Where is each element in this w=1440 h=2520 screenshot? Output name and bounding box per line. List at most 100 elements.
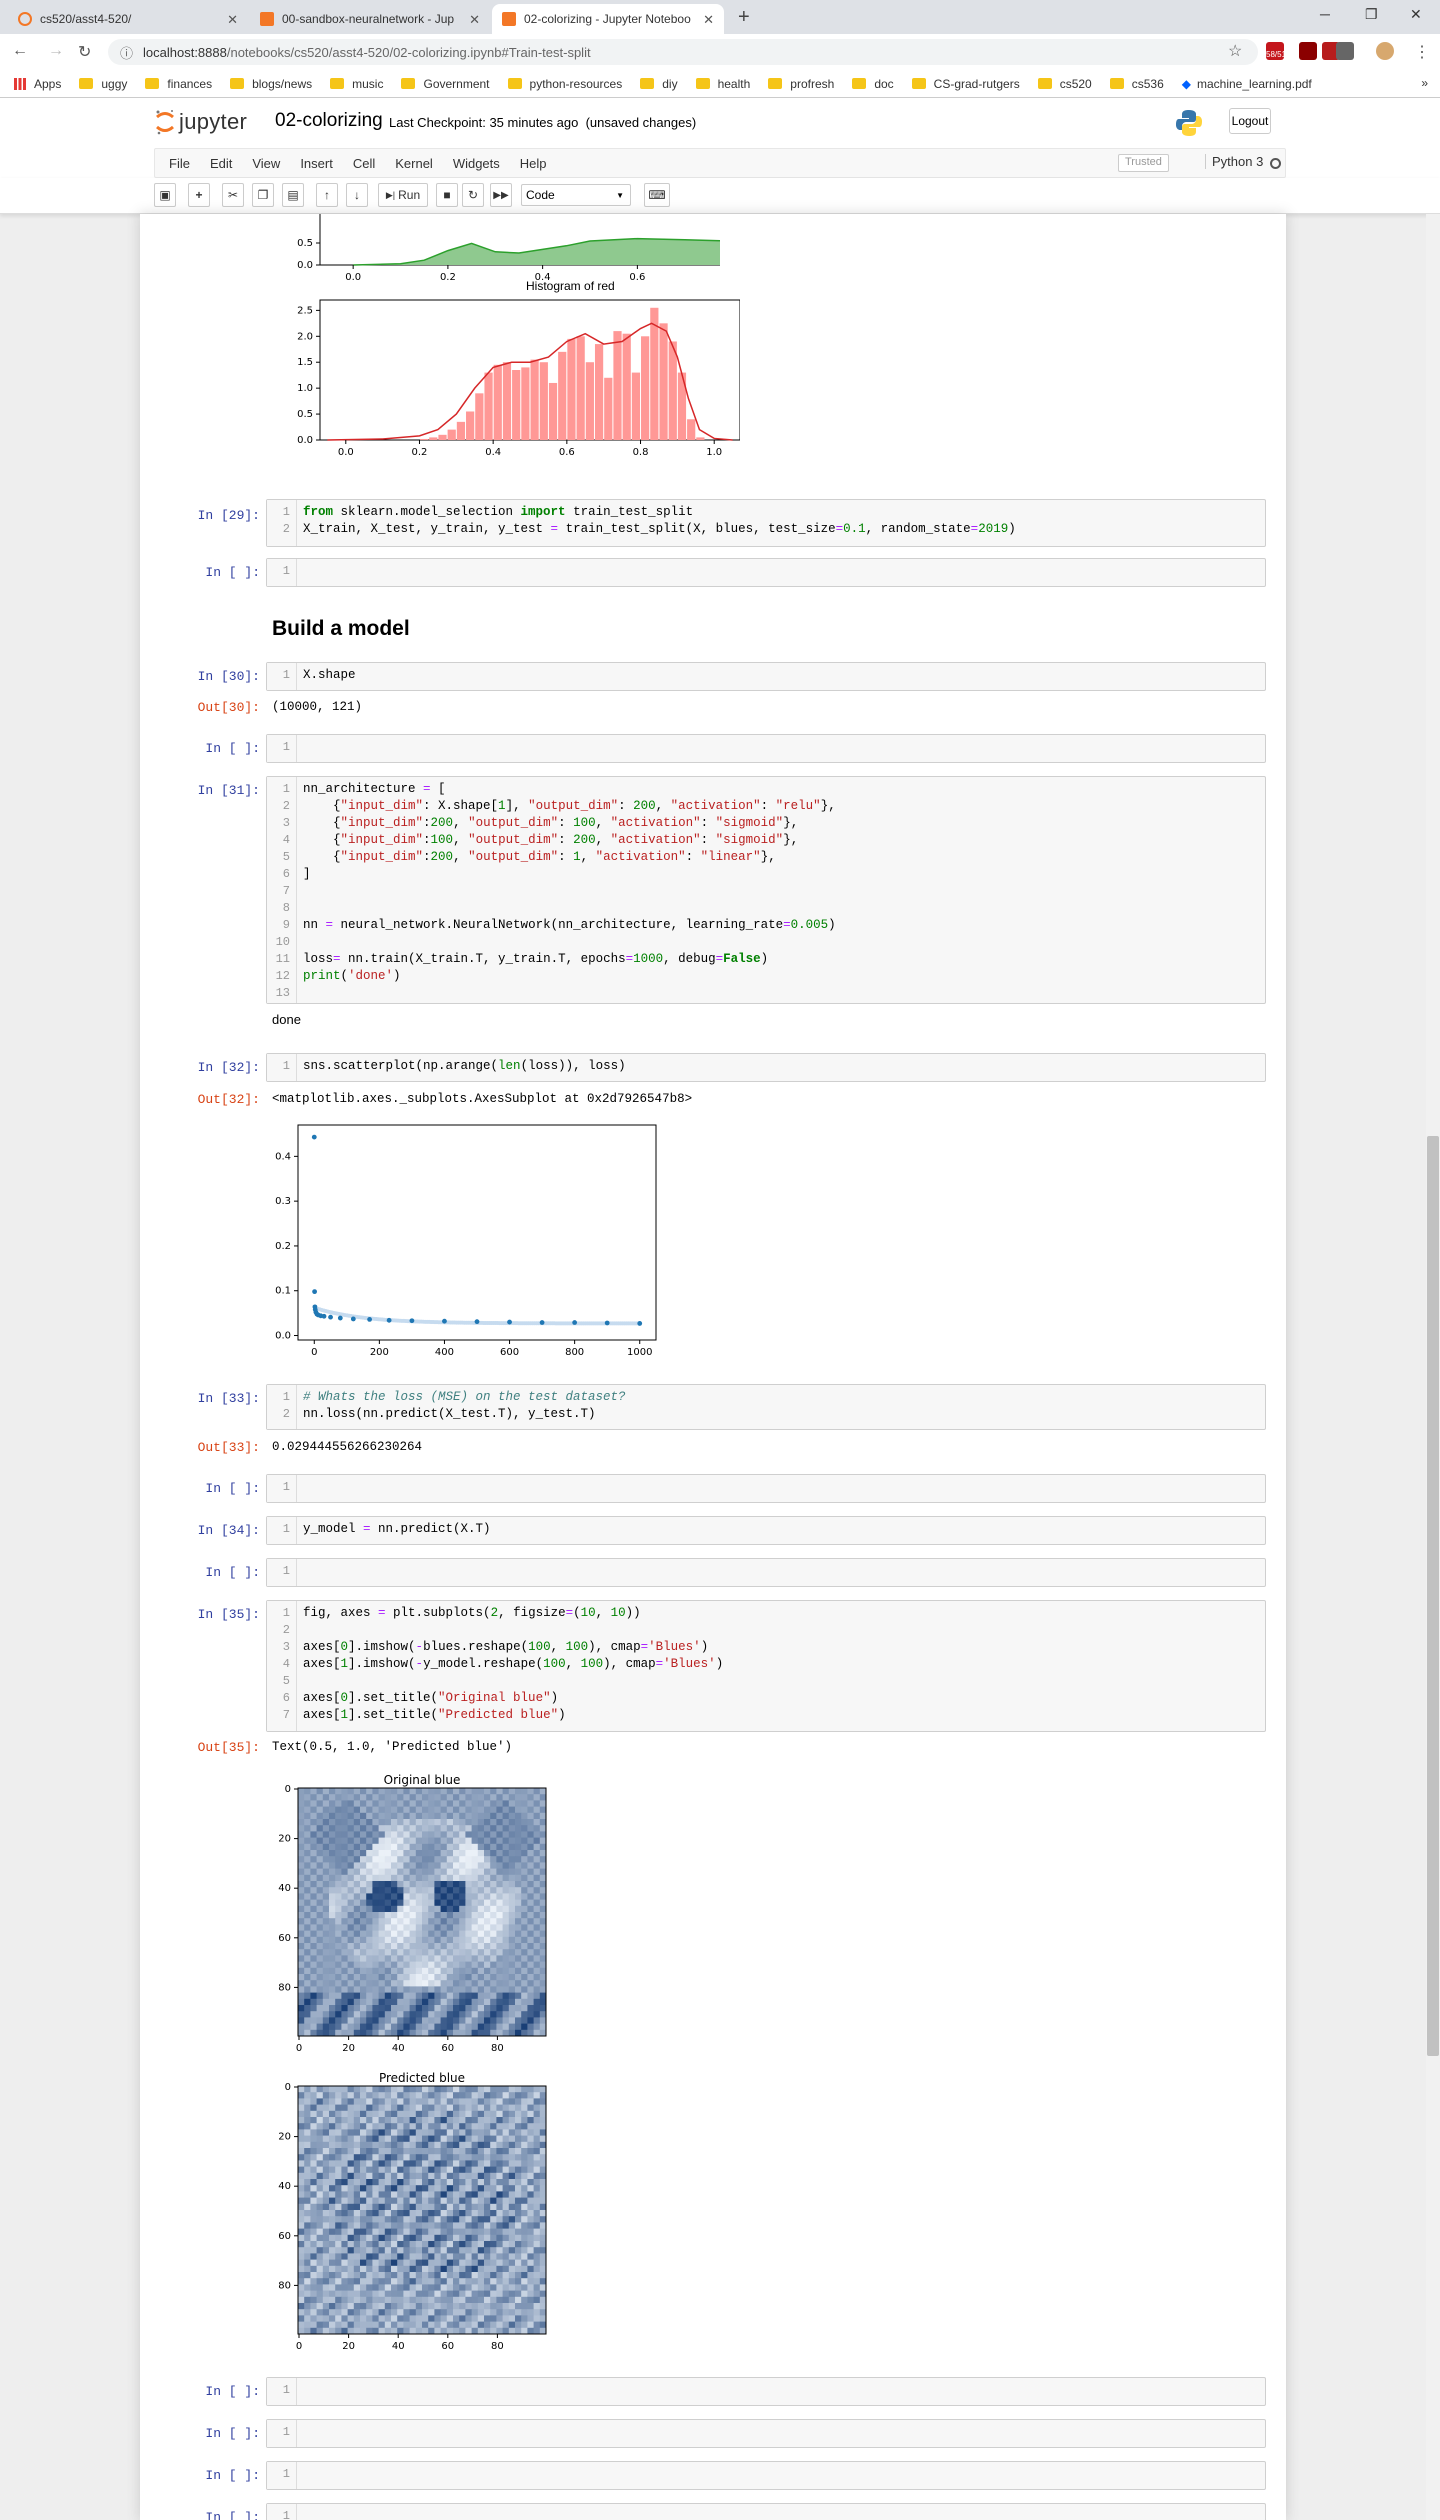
bookmark-folder[interactable]: cs520 xyxy=(1037,77,1092,91)
bookmark-folder[interactable]: cs536 xyxy=(1109,77,1164,91)
image-pixel xyxy=(459,2104,466,2112)
code-editor[interactable]: 1 xyxy=(266,734,1266,763)
bookmark-pdf[interactable]: ◆ machine_learning.pdf xyxy=(1182,77,1312,91)
image-pixel xyxy=(409,2086,417,2093)
kernel-name[interactable]: Python 3 xyxy=(1205,154,1263,169)
restart-button[interactable]: ↻ xyxy=(462,183,484,207)
logout-button[interactable]: Logout xyxy=(1229,108,1271,134)
browser-tab[interactable]: 00-sandbox-neuralnetwork - Jup ✕ xyxy=(250,4,490,34)
bookmark-folder[interactable]: diy xyxy=(640,77,678,91)
image-pixel xyxy=(366,2191,373,2199)
paste-button[interactable]: ▤ xyxy=(282,183,304,207)
menu-edit[interactable]: Edit xyxy=(200,156,242,171)
command-palette-button[interactable]: ⌨ xyxy=(644,183,670,207)
new-tab-icon[interactable]: + xyxy=(738,6,750,29)
restart-run-all-button[interactable]: ▶▶ xyxy=(490,183,512,207)
close-window-icon[interactable]: ✕ xyxy=(1410,6,1422,23)
more-bookmarks-icon[interactable]: » xyxy=(1421,76,1428,90)
image-pixel xyxy=(397,1825,404,1832)
bookmark-apps[interactable]: Apps xyxy=(14,77,61,91)
code-editor[interactable]: 1 xyxy=(266,1558,1266,1587)
save-button[interactable]: ▣ xyxy=(154,183,176,207)
move-up-button[interactable]: ↑ xyxy=(316,183,338,207)
image-pixel xyxy=(508,1837,516,1845)
menu-help[interactable]: Help xyxy=(510,156,557,171)
image-pixel xyxy=(316,2278,324,2285)
image-pixel xyxy=(465,1850,473,1857)
image-pixel xyxy=(397,2154,404,2161)
profile-avatar-icon[interactable] xyxy=(1376,42,1394,60)
interrupt-button[interactable]: ■ xyxy=(436,183,458,207)
code-editor[interactable]: 1234567 fig, axes = plt.subplots(2, figs… xyxy=(266,1600,1266,1732)
bookmark-folder[interactable]: profresh xyxy=(768,77,834,91)
bookmark-folder[interactable]: doc xyxy=(852,77,894,91)
menu-view[interactable]: View xyxy=(242,156,290,171)
mail-extension-icon[interactable]: 58/51 xyxy=(1266,42,1284,60)
bookmark-folder[interactable]: blogs/news xyxy=(230,77,312,91)
image-pixel xyxy=(366,2309,373,2316)
code-editor[interactable]: 12 from sklearn.model_selection import t… xyxy=(266,499,1266,547)
restore-icon[interactable]: ❐ xyxy=(1365,6,1378,23)
bookmark-folder[interactable]: health xyxy=(695,77,750,91)
bookmark-folder[interactable]: python-resources xyxy=(507,77,622,91)
close-tab-icon[interactable]: ✕ xyxy=(703,12,714,28)
copy-button[interactable]: ❐ xyxy=(252,183,274,207)
image-pixel xyxy=(403,2253,411,2261)
insert-cell-button[interactable]: + xyxy=(188,183,210,207)
image-pixel xyxy=(508,1788,516,1795)
trusted-indicator[interactable]: Trusted xyxy=(1118,154,1169,172)
forward-icon[interactable]: → xyxy=(48,42,64,60)
bookmark-folder[interactable]: music xyxy=(330,77,383,91)
browser-tab-active[interactable]: 02-colorizing - Jupyter Noteboo ✕ xyxy=(492,4,724,34)
bookmark-folder[interactable]: uggy xyxy=(79,77,127,91)
image-pixel xyxy=(490,2172,497,2180)
image-pixel xyxy=(446,1874,454,1882)
code-editor[interactable]: 1 xyxy=(266,2419,1266,2448)
jupyter-logo[interactable]: jupyter xyxy=(155,108,247,136)
url-bar[interactable]: ⓘ localhost:8888/notebooks/cs520/asst4-5… xyxy=(108,39,1258,65)
image-pixel xyxy=(521,1974,528,1981)
run-button[interactable]: ▶| Run xyxy=(378,183,428,207)
bookmark-star-icon[interactable]: ☆ xyxy=(1228,41,1242,61)
code-editor[interactable]: 1 xyxy=(266,2461,1266,2490)
cut-button[interactable]: ✂ xyxy=(222,183,244,207)
browser-menu-icon[interactable]: ⋮ xyxy=(1414,42,1430,62)
shield-extension-icon[interactable] xyxy=(1299,42,1317,60)
restart-icon: ↻ xyxy=(467,188,479,202)
menu-cell[interactable]: Cell xyxy=(343,156,385,171)
code-editor[interactable]: 1 xyxy=(266,558,1266,587)
code-editor[interactable]: 1 xyxy=(266,2503,1266,2520)
menu-kernel[interactable]: Kernel xyxy=(385,156,443,171)
close-tab-icon[interactable]: ✕ xyxy=(469,12,480,28)
menu-widgets[interactable]: Widgets xyxy=(443,156,510,171)
code-editor[interactable]: 1 X.shape xyxy=(266,662,1266,691)
grey-extension-icon[interactable] xyxy=(1336,42,1354,60)
code-editor[interactable]: 1 2 3 4 5 6 7 8 9 10 11 12 13 nn_architecture = [ {"… xyxy=(266,776,1266,1004)
image-pixel xyxy=(347,1862,355,1870)
browser-tab[interactable]: cs520/asst4-520/ ✕ xyxy=(8,4,248,34)
code-editor[interactable]: 1 xyxy=(266,1474,1266,1503)
bookmark-folder[interactable]: Government xyxy=(401,77,490,91)
image-pixel xyxy=(477,1874,485,1882)
back-icon[interactable]: ← xyxy=(12,42,28,60)
code-editor[interactable]: 1 sns.scatterplot(np.arange(len(loss)), … xyxy=(266,1053,1266,1082)
menu-file[interactable]: File xyxy=(159,156,200,171)
reload-icon[interactable]: ↻ xyxy=(78,42,91,62)
move-down-button[interactable]: ↓ xyxy=(346,183,368,207)
image-pixel xyxy=(353,2197,361,2205)
menu-insert[interactable]: Insert xyxy=(290,156,343,171)
image-pixel xyxy=(360,1955,367,1963)
info-icon[interactable]: ⓘ xyxy=(120,43,133,62)
scrollbar-thumb[interactable] xyxy=(1427,1136,1439,2056)
bookmark-folder[interactable]: finances xyxy=(145,77,212,91)
minimize-icon[interactable]: ─ xyxy=(1320,6,1330,22)
code-editor[interactable]: 1 y_model = nn.predict(X.T) xyxy=(266,1516,1266,1545)
image-pixel xyxy=(490,1788,497,1795)
bookmark-folder[interactable]: CS-grad-rutgers xyxy=(911,77,1020,91)
code-editor[interactable]: 12 # Whats the loss (MSE) on the test da… xyxy=(266,1384,1266,1430)
image-pixel xyxy=(304,2247,311,2254)
close-tab-icon[interactable]: ✕ xyxy=(227,12,238,28)
code-editor[interactable]: 1 xyxy=(266,2377,1266,2406)
notebook-title[interactable]: 02-colorizing xyxy=(275,110,383,132)
cell-type-select[interactable]: Code ▼ xyxy=(521,184,631,206)
